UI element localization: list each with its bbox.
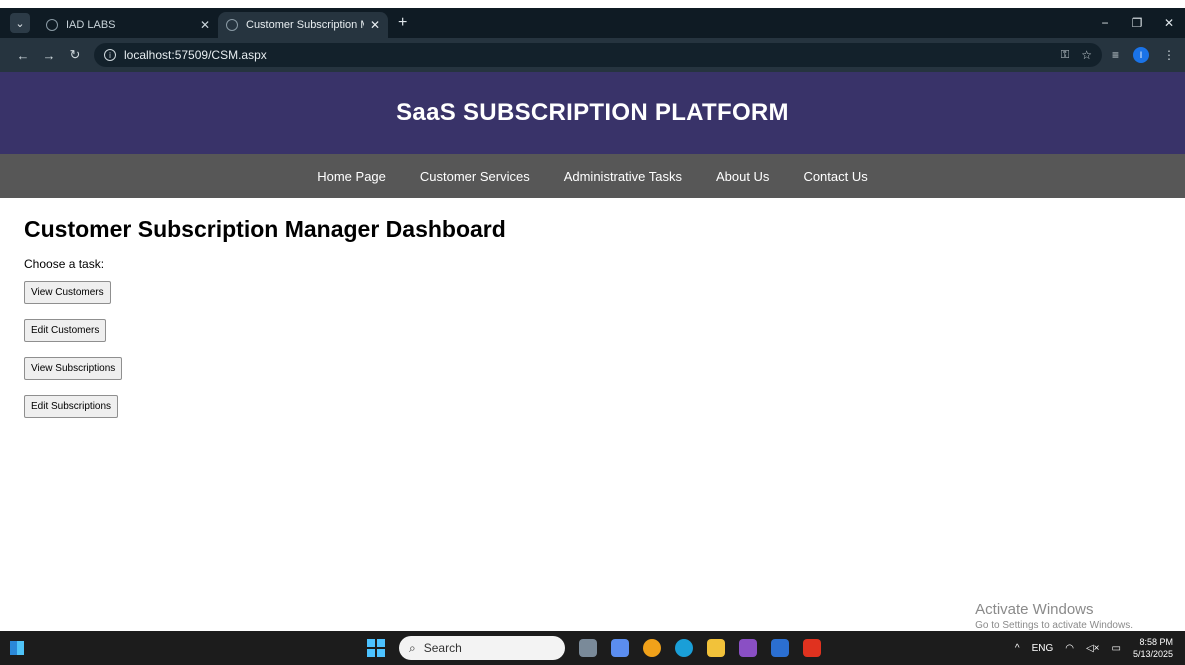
browser-chrome: ⌄ IAD LABS ✕ Customer Subscription Manag… — [0, 8, 1185, 72]
close-icon[interactable]: ✕ — [370, 18, 380, 32]
reading-list-icon[interactable]: ≡ — [1112, 48, 1119, 62]
nav-contact-us[interactable]: Contact Us — [803, 169, 867, 184]
main-content: Customer Subscription Manager Dashboard … — [0, 198, 1185, 631]
clock-time: 8:58 PM — [1139, 637, 1173, 647]
chrome-icon[interactable] — [643, 639, 661, 657]
widgets-icon[interactable] — [10, 641, 24, 655]
watermark-line2: Go to Settings to activate Windows. — [975, 620, 1133, 631]
tab-strip: ⌄ IAD LABS ✕ Customer Subscription Manag… — [0, 8, 1185, 38]
url-text[interactable]: localhost:57509/CSM.aspx — [124, 48, 1061, 62]
edge-icon[interactable] — [675, 639, 693, 657]
screenshot-top-margin — [0, 0, 1185, 8]
view-subscriptions-button[interactable]: View Subscriptions — [24, 357, 123, 380]
tab-title: Customer Subscription Manage — [246, 19, 364, 31]
visual-studio-icon[interactable] — [739, 639, 757, 657]
nav-home-page[interactable]: Home Page — [317, 169, 386, 184]
minimize-button[interactable]: − — [1089, 16, 1121, 30]
task-view-icon[interactable] — [579, 639, 597, 657]
battery-icon[interactable]: ▭ — [1112, 643, 1121, 654]
tab-customer-subscription[interactable]: Customer Subscription Manage ✕ — [218, 12, 388, 38]
volume-icon[interactable]: ◁× — [1086, 643, 1100, 654]
language-indicator[interactable]: ENG — [1032, 643, 1054, 654]
red-app-icon[interactable] — [803, 639, 821, 657]
clock[interactable]: 8:58 PM 5/13/2025 — [1133, 636, 1173, 660]
globe-icon — [46, 19, 58, 31]
taskbar-center: ⌕ Search — [367, 636, 821, 660]
file-explorer-icon[interactable] — [707, 639, 725, 657]
watermark-line1: Activate Windows — [975, 601, 1094, 618]
nav-about-us[interactable]: About Us — [716, 169, 769, 184]
address-toolbar: ← → ↻ i localhost:57509/CSM.aspx ⚿ ☆ ≡ I… — [0, 38, 1185, 72]
search-placeholder: Search — [423, 641, 462, 655]
wifi-icon[interactable]: ◠ — [1065, 643, 1074, 654]
site-banner: SaaS SUBSCRIPTION PLATFORM — [0, 72, 1185, 154]
site-info-icon[interactable]: i — [104, 49, 116, 61]
reload-button[interactable]: ↻ — [62, 47, 88, 63]
edit-subscriptions-button[interactable]: Edit Subscriptions — [24, 395, 119, 418]
page-title: Customer Subscription Manager Dashboard — [24, 216, 506, 242]
site-navbar: Home Page Customer Services Administrati… — [0, 154, 1185, 198]
windows-start-icon[interactable] — [367, 639, 385, 657]
taskbar-search[interactable]: ⌕ Search — [399, 636, 565, 660]
tab-search-button[interactable]: ⌄ — [10, 13, 30, 33]
back-button[interactable]: ← — [10, 48, 36, 63]
bookmark-star-icon[interactable]: ☆ — [1081, 48, 1092, 62]
close-icon[interactable]: ✕ — [200, 18, 210, 32]
password-key-icon[interactable]: ⚿ — [1061, 49, 1069, 62]
banner-title: SaaS SUBSCRIPTION PLATFORM — [396, 99, 789, 126]
profile-avatar[interactable]: I — [1133, 47, 1149, 63]
toolbar-icons: ≡ I ⋮ — [1112, 47, 1175, 63]
tab-iad-labs[interactable]: IAD LABS ✕ — [38, 12, 218, 38]
menu-kebab-icon[interactable]: ⋮ — [1163, 48, 1175, 62]
globe-icon — [226, 19, 238, 31]
task-prompt: Choose a task: — [24, 257, 105, 271]
word-icon[interactable] — [771, 639, 789, 657]
edit-customers-button[interactable]: Edit Customers — [24, 319, 107, 342]
forward-button[interactable]: → — [36, 48, 62, 63]
nav-administrative-tasks[interactable]: Administrative Tasks — [564, 169, 682, 184]
copilot-icon[interactable] — [611, 639, 629, 657]
close-window-button[interactable]: ✕ — [1153, 16, 1185, 30]
nav-customer-services[interactable]: Customer Services — [420, 169, 530, 184]
chevron-up-icon[interactable]: ^ — [1015, 643, 1020, 654]
restore-button[interactable]: ❐ — [1121, 16, 1153, 30]
windows-taskbar: ⌕ Search ^ ENG ◠ ◁× ▭ 8:58 PM 5/13/2025 — [0, 631, 1185, 665]
search-icon: ⌕ — [409, 640, 416, 655]
new-tab-button[interactable]: + — [398, 14, 407, 32]
system-tray: ^ ENG ◠ ◁× ▭ 8:58 PM 5/13/2025 — [1015, 636, 1173, 660]
clock-date: 5/13/2025 — [1132, 649, 1173, 659]
tab-title: IAD LABS — [66, 19, 116, 31]
window-controls: − ❐ ✕ — [1089, 8, 1185, 38]
view-customers-button[interactable]: View Customers — [24, 281, 111, 304]
activate-windows-watermark: Activate Windows Go to Settings to activ… — [975, 601, 1133, 631]
address-bar[interactable]: i localhost:57509/CSM.aspx ⚿ ☆ — [94, 43, 1102, 67]
